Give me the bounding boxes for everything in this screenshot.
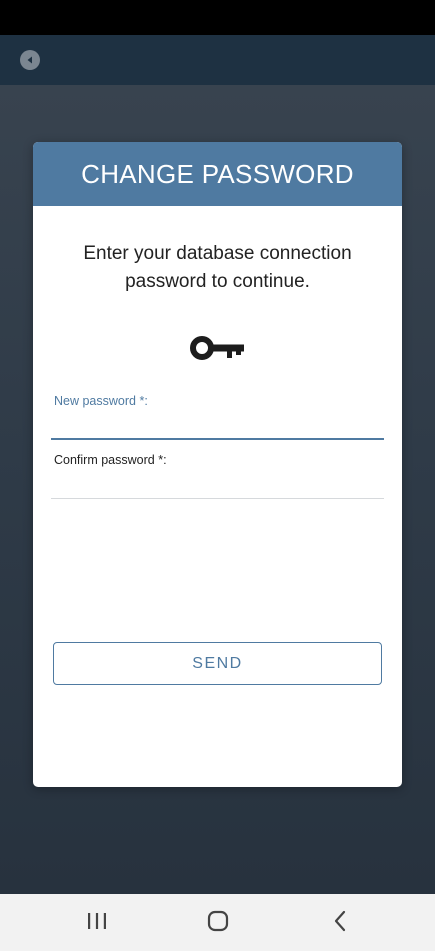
- app-bar: [0, 35, 435, 85]
- back-arrow-glyph: [27, 56, 32, 64]
- recents-icon[interactable]: [82, 908, 112, 934]
- new-password-underline: [51, 438, 384, 440]
- confirm-password-underline: [51, 498, 384, 499]
- dialog-title: CHANGE PASSWORD: [81, 158, 354, 189]
- navigation-bar: [0, 894, 435, 951]
- back-chevron-icon[interactable]: [326, 908, 356, 934]
- key-icon: [190, 336, 244, 360]
- new-password-field: New password *:: [51, 394, 384, 440]
- new-password-input[interactable]: [51, 412, 384, 438]
- confirm-password-input[interactable]: [51, 471, 384, 497]
- send-button[interactable]: SEND: [53, 642, 382, 685]
- change-password-dialog: CHANGE PASSWORD Enter your database conn…: [33, 142, 402, 787]
- new-password-label: New password *:: [54, 394, 148, 408]
- dialog-header: CHANGE PASSWORD: [33, 142, 402, 206]
- back-circle-icon[interactable]: [20, 50, 40, 70]
- confirm-password-label: Confirm password *:: [54, 453, 167, 467]
- confirm-password-field: Confirm password *:: [51, 453, 384, 499]
- home-icon[interactable]: [203, 908, 233, 934]
- dialog-message: Enter your database connection password …: [83, 243, 352, 292]
- status-bar: [0, 0, 435, 35]
